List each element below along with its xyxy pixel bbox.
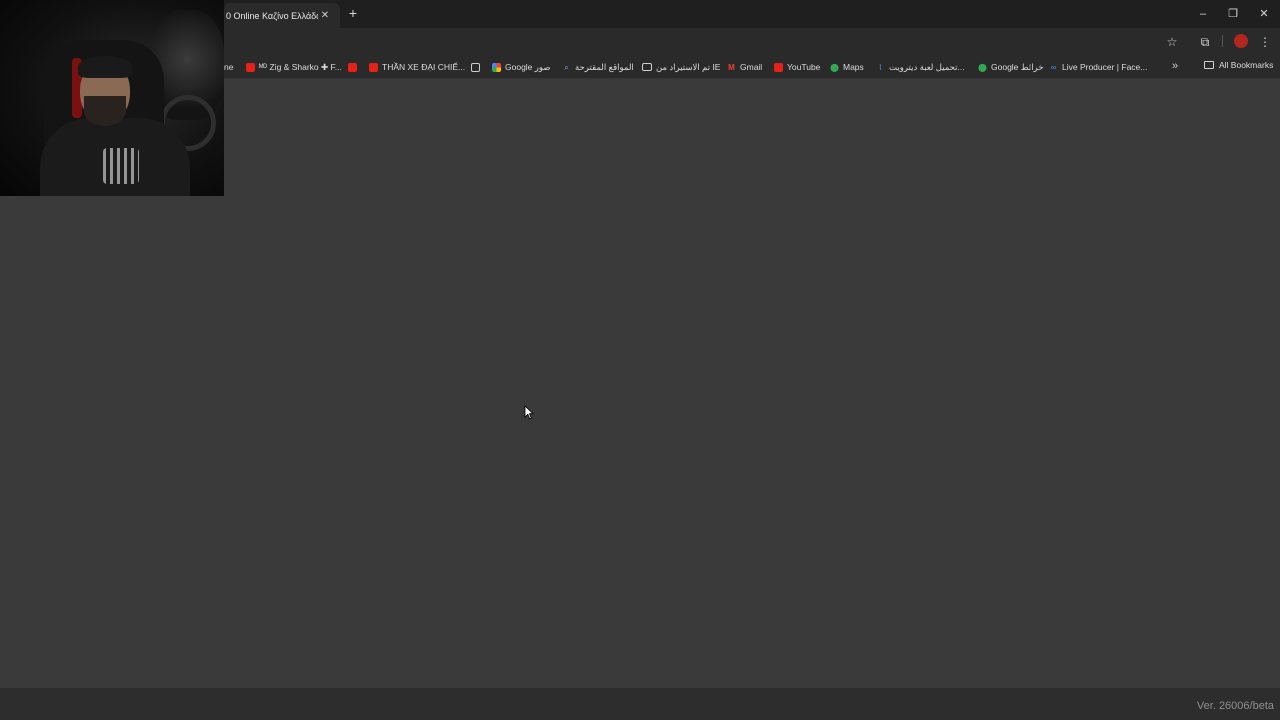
all-bookmarks-button[interactable]: All Bookmarks: [1204, 60, 1273, 70]
gmail-icon: M: [728, 62, 735, 72]
bookmark-label: YouTube: [787, 62, 821, 72]
bookmark-item[interactable]: تم الاستيراد من IE: [642, 60, 720, 74]
webcam-overlay: [0, 0, 224, 196]
maps-icon: ⬤: [830, 62, 839, 72]
bookmark-item[interactable]: ne: [224, 60, 233, 74]
person-beard-image: [84, 96, 126, 126]
bookmark-item[interactable]: ⌕ المواقع المقترحة: [562, 60, 634, 74]
version-label: Ver. 26006/beta: [1196, 700, 1274, 712]
google-icon: [492, 62, 501, 72]
youtube-icon: [774, 62, 783, 72]
toolbar-divider: [1222, 35, 1223, 47]
bookmark-label: Gmail: [740, 62, 763, 72]
new-tab-button[interactable]: +: [346, 6, 360, 20]
profile-avatar[interactable]: [1234, 34, 1248, 48]
bookmark-label: المواقع المقترحة: [575, 61, 634, 72]
bookmark-item[interactable]: ⌇ تحميل لعبة ديترويت...: [876, 60, 965, 74]
close-window-button[interactable]: ✕: [1256, 6, 1272, 22]
minimize-button[interactable]: –: [1195, 6, 1211, 22]
menu-icon[interactable]: ⋮: [1257, 34, 1273, 50]
folder-icon: [1204, 61, 1214, 69]
bookmark-star-icon[interactable]: ☆: [1164, 34, 1180, 50]
bookmark-item[interactable]: YouTube: [774, 60, 820, 74]
search-icon: ⌕: [564, 62, 569, 72]
bookmark-label: تحميل لعبة ديترويت...: [889, 61, 965, 72]
bookmarks-overflow-icon[interactable]: »: [1172, 60, 1178, 72]
bookmark-label: تم الاستيراد من IE: [656, 61, 721, 72]
tab-title: 0 Online Καζίνο Ελλάδα 2: [226, 10, 318, 21]
youtube-icon: [369, 62, 378, 72]
youtube-icon: [246, 62, 255, 72]
youtube-icon: [348, 62, 357, 72]
bookmark-item[interactable]: Google صور: [492, 60, 551, 74]
bookmark-item[interactable]: ᴹᴰ Zig & Sharko ✚ F...: [246, 60, 342, 74]
folder-icon: [642, 63, 652, 71]
bookmark-label: Google صور: [505, 61, 551, 72]
bookmark-label: Maps: [843, 62, 864, 72]
browser-tab[interactable]: 0 Online Καζίνο Ελλάδα 2 ✕: [224, 3, 340, 28]
globe-icon: [471, 62, 480, 72]
bookmark-item[interactable]: ⬤ Google خرائط: [978, 60, 1044, 74]
meta-icon: ∞: [1050, 62, 1057, 72]
bookmark-label: ne: [224, 62, 234, 72]
all-bookmarks-label: All Bookmarks: [1219, 60, 1274, 70]
hoodie-logo-image: [103, 148, 139, 184]
tab-close-icon[interactable]: ✕: [318, 10, 332, 21]
link-icon: ⌇: [878, 62, 883, 72]
maps-icon: ⬤: [978, 62, 987, 72]
extensions-icon[interactable]: ⧉: [1197, 34, 1213, 50]
bookmark-label: Google خرائط: [991, 61, 1044, 72]
bookmark-label: Live Producer | Face...: [1062, 62, 1148, 72]
bookmark-item[interactable]: THẦN XE ĐẠI CHIẾ...: [369, 60, 465, 74]
bookmark-label: ᴹᴰ Zig & Sharko ✚ F...: [259, 61, 342, 72]
bookmark-label: THẦN XE ĐẠI CHIẾ...: [382, 62, 466, 72]
bookmark-item[interactable]: M Gmail: [727, 60, 762, 74]
bookmark-item[interactable]: ⬤ Maps: [830, 60, 864, 74]
bookmark-item[interactable]: [471, 60, 484, 74]
status-bar: [0, 688, 1280, 720]
bookmark-item[interactable]: ∞ Live Producer | Face...: [1049, 60, 1148, 74]
person-hair-image: [78, 56, 132, 78]
restore-button[interactable]: ❐: [1225, 6, 1241, 22]
bookmark-item[interactable]: [348, 60, 361, 74]
